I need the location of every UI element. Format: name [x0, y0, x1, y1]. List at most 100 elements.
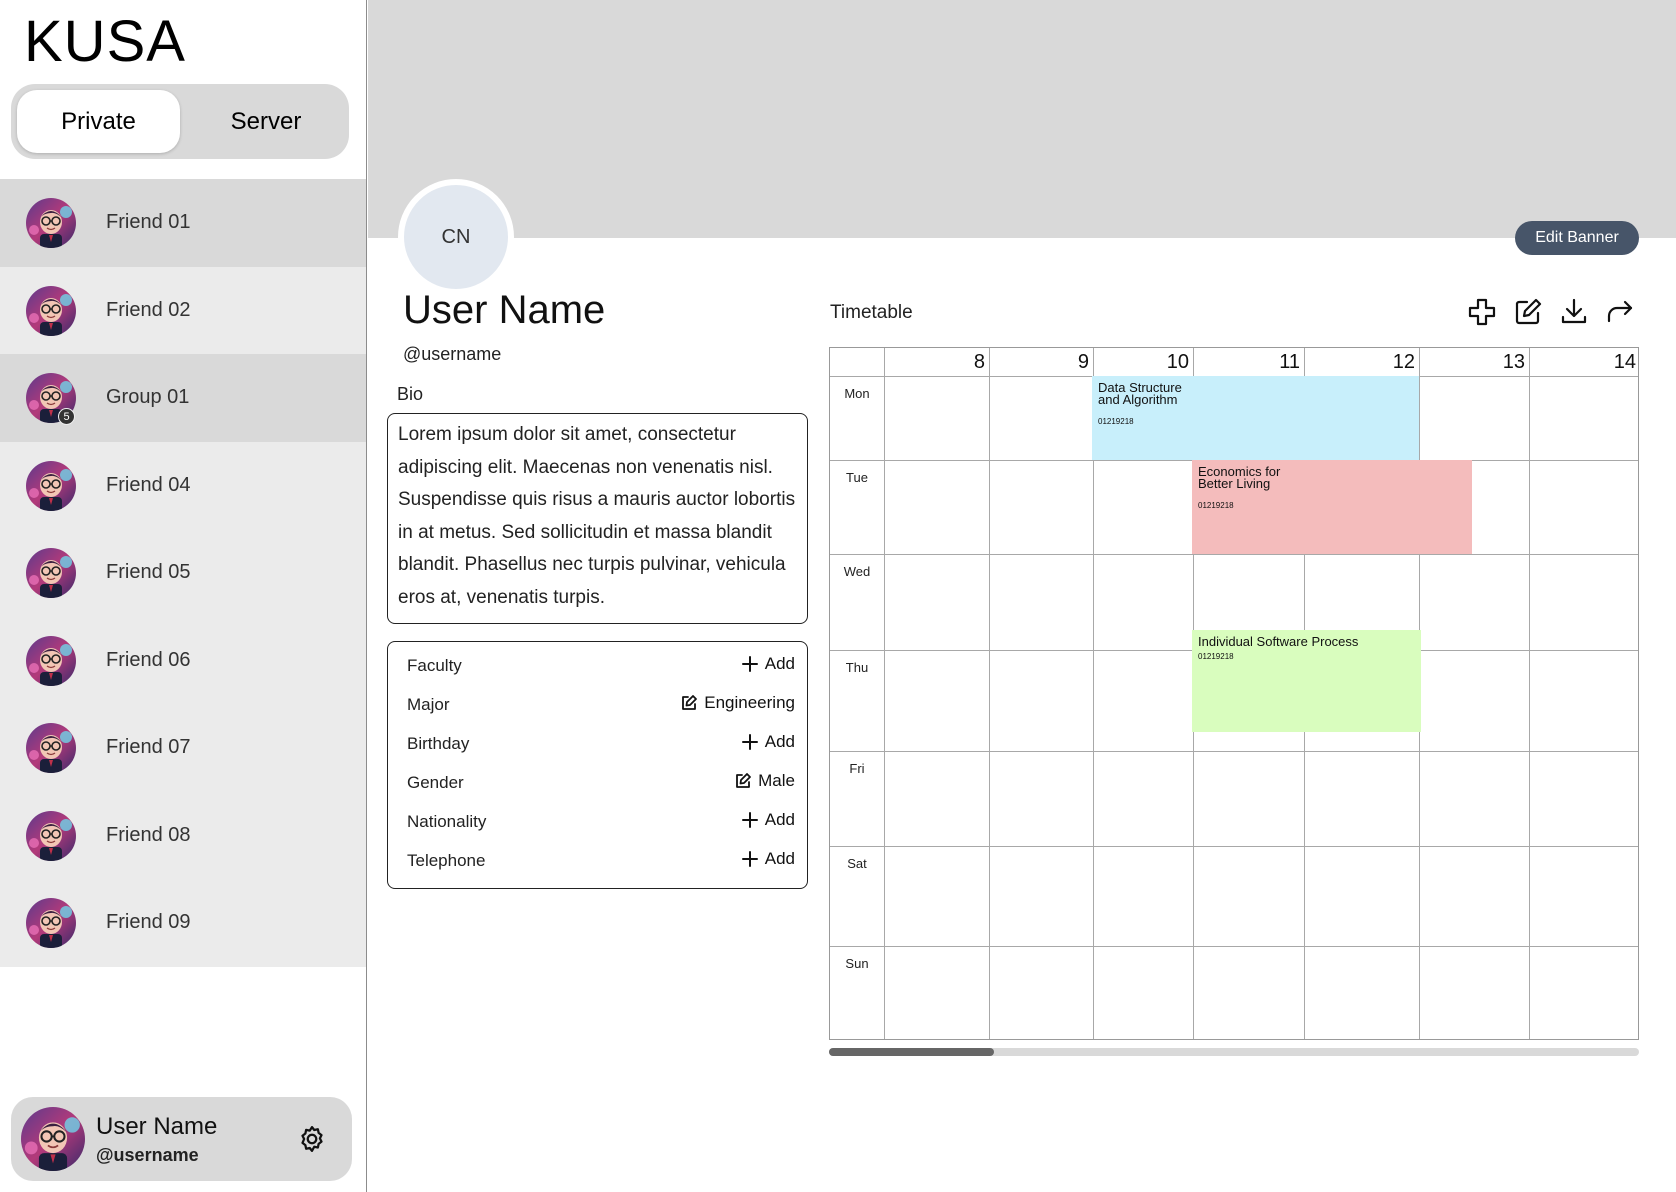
- day-label: Sat: [847, 856, 867, 871]
- info-label: Faculty: [407, 656, 462, 675]
- profile-username: @username: [403, 344, 502, 364]
- info-action-label: Add: [764, 654, 795, 673]
- info-action-label: Add: [764, 732, 795, 751]
- edit-icon: [682, 695, 698, 710]
- avatar: [26, 898, 76, 948]
- info-action-button[interactable]: Add: [741, 654, 795, 674]
- profile-banner: [368, 0, 1676, 238]
- timetable-title: Timetable: [830, 302, 913, 323]
- friend-item[interactable]: Friend 06: [0, 616, 366, 704]
- friend-name: Friend 01: [106, 211, 191, 234]
- friend-item[interactable]: Friend 08: [0, 791, 366, 879]
- friend-name: Friend 04: [106, 473, 191, 496]
- friend-item[interactable]: 5 Group 01: [0, 354, 366, 442]
- friend-item[interactable]: Friend 05: [0, 529, 366, 617]
- info-row: Faculty Add: [388, 652, 807, 682]
- course-name: Economics for Better Living: [1198, 464, 1281, 491]
- current-user-name: User Name: [96, 1113, 218, 1140]
- profile-name: User Name: [403, 288, 606, 332]
- friend-name: Friend 06: [106, 648, 191, 671]
- bio-label: Bio: [397, 384, 424, 404]
- avatar: [26, 636, 76, 686]
- course-code: 01219218: [1198, 501, 1234, 510]
- info-label: Gender: [407, 773, 464, 792]
- share-icon[interactable]: [1604, 296, 1636, 328]
- edit-icon: [736, 773, 752, 788]
- friend-item[interactable]: Friend 04: [0, 441, 366, 529]
- tab-server[interactable]: Server: [189, 90, 343, 153]
- edit-icon[interactable]: [1512, 296, 1544, 328]
- timetable-scrollbar[interactable]: [829, 1048, 1639, 1056]
- friend-item[interactable]: Friend 09: [0, 879, 366, 967]
- download-icon[interactable]: [1558, 296, 1590, 328]
- sidebar: KUSA Private Server Friend 01 Friend 02 5 G…: [0, 0, 367, 1192]
- hour-label: 11: [1279, 351, 1300, 373]
- course-block[interactable]: Individual Software Process 01219218: [1192, 630, 1421, 732]
- friend-item[interactable]: Friend 01: [0, 179, 366, 267]
- info-row: Nationality Add: [388, 808, 807, 838]
- current-user-card[interactable]: User Name @username: [11, 1097, 352, 1181]
- gear-icon[interactable]: [297, 1124, 327, 1154]
- info-row: Birthday Add: [388, 730, 807, 760]
- hour-label: 13: [1502, 351, 1525, 373]
- info-label: Birthday: [407, 734, 470, 753]
- info-action-label: Engineering: [704, 693, 795, 712]
- scrollbar-thumb[interactable]: [829, 1048, 994, 1056]
- course-block[interactable]: Data Structure and Algorithm 01219218: [1092, 376, 1419, 460]
- friend-item[interactable]: Friend 02: [0, 266, 366, 354]
- day-label: Tue: [846, 470, 868, 485]
- info-action-button[interactable]: Add: [741, 732, 795, 752]
- info-row: Major Engineering: [388, 691, 807, 721]
- hour-label: 10: [1166, 351, 1189, 373]
- hour-label: 8: [973, 351, 985, 373]
- avatar: [26, 548, 76, 598]
- friend-item[interactable]: Friend 07: [0, 704, 366, 792]
- friend-list: Friend 01 Friend 02 5 Group 01 Friend 04 Frie…: [0, 179, 366, 967]
- day-label: Fri: [849, 761, 865, 776]
- avatar: [26, 461, 76, 511]
- app-logo: KUSA: [24, 9, 186, 74]
- day-label: Wed: [843, 564, 871, 579]
- grid-line: [1529, 348, 1530, 1039]
- edit-banner-button[interactable]: Edit Banner: [1515, 221, 1639, 255]
- course-name: Individual Software Process: [1198, 634, 1359, 649]
- info-action-button[interactable]: Male: [734, 771, 795, 791]
- friend-name: Friend 08: [106, 823, 191, 846]
- bio-text[interactable]: Lorem ipsum dolor sit amet, consectetur …: [387, 413, 808, 624]
- info-row: Gender Male: [388, 769, 807, 799]
- hour-label: 9: [1077, 351, 1089, 373]
- tab-private[interactable]: Private: [17, 90, 180, 153]
- friend-name: Friend 02: [106, 298, 191, 321]
- hour-label: 14: [1613, 351, 1636, 373]
- day-label: Sun: [845, 956, 869, 971]
- hour-label: 12: [1392, 351, 1415, 373]
- timetable-grid: 8 9 10 11 12 13 14 Mon Tue Wed Thu Fri Sat Sun Data St…: [829, 347, 1639, 1040]
- course-name: Data Structure and Algorithm: [1098, 380, 1182, 407]
- course-code: 01219218: [1098, 417, 1134, 426]
- info-label: Telephone: [407, 851, 486, 870]
- add-icon[interactable]: [1466, 296, 1498, 328]
- friend-name: Friend 09: [106, 911, 191, 934]
- profile-avatar[interactable]: CN: [398, 179, 514, 295]
- avatar: [26, 198, 76, 248]
- info-action-button[interactable]: Engineering: [680, 693, 795, 713]
- day-label: Mon: [844, 386, 870, 401]
- info-action-label: Male: [758, 771, 795, 790]
- grid-line: [830, 554, 1638, 555]
- info-label: Nationality: [407, 812, 487, 831]
- info-action-button[interactable]: Add: [741, 849, 795, 869]
- day-label: Thu: [845, 660, 869, 675]
- friend-name: Friend 07: [106, 736, 191, 759]
- info-action-button[interactable]: Add: [741, 810, 795, 830]
- info-label: Major: [407, 695, 450, 714]
- grid-line: [830, 751, 1638, 752]
- info-action-label: Add: [764, 849, 795, 868]
- avatar: [26, 811, 76, 861]
- grid-line: [830, 846, 1638, 847]
- course-block[interactable]: Economics for Better Living 01219218: [1192, 460, 1472, 554]
- chat-type-switch: Private Server: [11, 84, 349, 159]
- plus-icon: [741, 851, 758, 867]
- friend-name: Group 01: [106, 386, 190, 409]
- avatar: [21, 1107, 85, 1171]
- plus-icon: [741, 734, 758, 750]
